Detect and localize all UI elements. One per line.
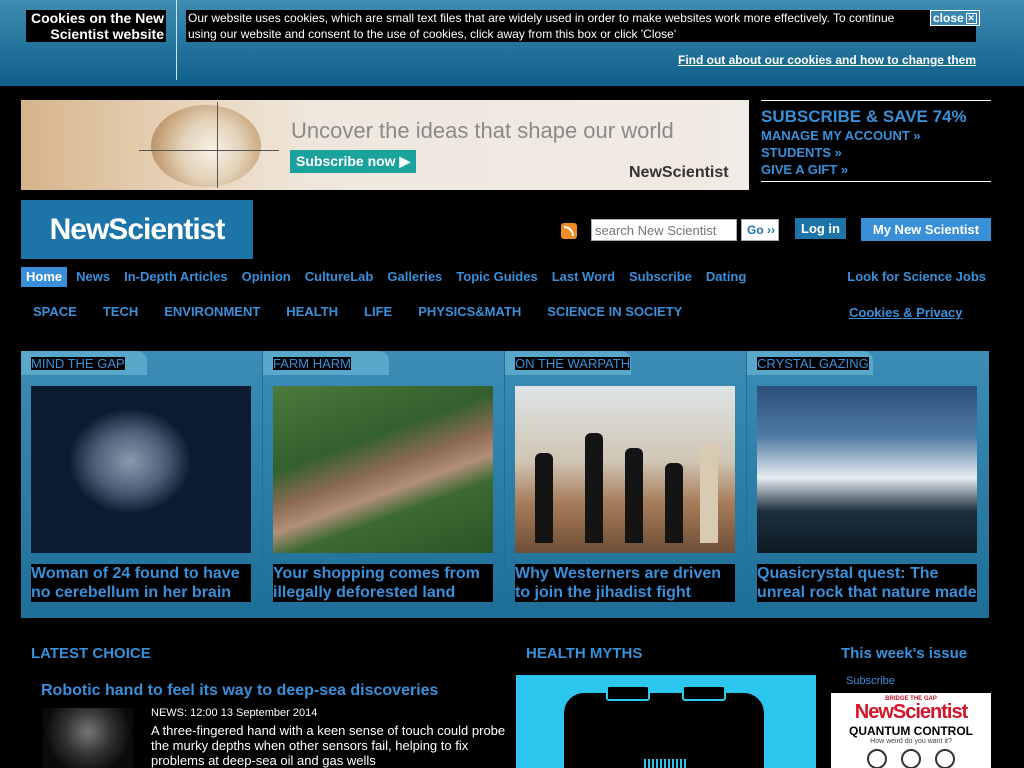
- health-myths-image[interactable]: [516, 675, 816, 768]
- weekly-subscribe-link[interactable]: Subscribe: [846, 675, 895, 687]
- figure-silhouette: [700, 443, 718, 543]
- militants-image[interactable]: [515, 386, 735, 553]
- science-jobs-link[interactable]: Look for Science Jobs: [847, 269, 986, 284]
- section-physics-math[interactable]: PHYSICS&MATH: [418, 304, 521, 319]
- latest-choice-heading: LATEST CHOICE: [31, 645, 151, 662]
- section-health[interactable]: HEALTH: [286, 304, 338, 319]
- brain-mri-image[interactable]: [31, 386, 251, 553]
- dial-icon: [867, 749, 887, 768]
- cover-logo: NewScientist: [854, 701, 968, 723]
- axis-line-vertical: [217, 102, 218, 188]
- search-go-button[interactable]: Go ››: [741, 219, 779, 241]
- robot-grille: [644, 759, 688, 768]
- nav-subscribe[interactable]: Subscribe: [622, 267, 699, 287]
- story-meta: NEWS: 12:00 13 September 2014: [151, 707, 318, 719]
- dial-icon: [901, 749, 921, 768]
- deforested-land-image[interactable]: [273, 386, 493, 553]
- section-science-in-society[interactable]: SCIENCE IN SOCIETY: [547, 304, 682, 319]
- subscribe-box: SUBSCRIBE & SAVE 74% MANAGE MY ACCOUNT »…: [761, 100, 991, 182]
- section-nav: SPACE TECH ENVIRONMENT HEALTH LIFE PHYSI…: [33, 304, 708, 319]
- cookie-title: Cookies on the New Scientist website: [26, 10, 166, 42]
- subscribe-headline[interactable]: SUBSCRIBE & SAVE 74%: [761, 107, 991, 127]
- cover-dials: [831, 749, 991, 768]
- latest-story-title[interactable]: Robotic hand to feel its way to deep-sea…: [41, 682, 438, 700]
- featured-card[interactable]: FARM HARM Your shopping comes from illeg…: [263, 351, 506, 618]
- manage-account-link[interactable]: MANAGE MY ACCOUNT »: [761, 127, 991, 144]
- card-kicker[interactable]: CRYSTAL GAZING: [757, 357, 869, 370]
- card-headline[interactable]: Your shopping comes from illegally defor…: [273, 564, 493, 602]
- my-new-scientist-button[interactable]: My New Scientist: [861, 218, 991, 241]
- banner-logo: NewScientist: [629, 164, 729, 181]
- cookie-banner: Cookies on the New Scientist website Our…: [0, 0, 1024, 86]
- card-kicker[interactable]: MIND THE GAP: [31, 357, 125, 370]
- axis-line-horizontal: [139, 150, 279, 151]
- figure-silhouette: [665, 463, 683, 543]
- card-kicker[interactable]: FARM HARM: [273, 357, 351, 370]
- cookie-info-link[interactable]: Find out about our cookies and how to ch…: [678, 53, 976, 67]
- nav-opinion[interactable]: Opinion: [235, 267, 298, 287]
- rss-icon[interactable]: [561, 223, 577, 239]
- figure-silhouette: [535, 453, 553, 543]
- figure-silhouette: [585, 433, 603, 543]
- figure-silhouette: [625, 448, 643, 543]
- section-tech[interactable]: TECH: [103, 304, 138, 319]
- search-input[interactable]: [591, 219, 737, 241]
- nav-news[interactable]: News: [69, 267, 117, 287]
- nav-dating[interactable]: Dating: [699, 267, 753, 287]
- card-headline[interactable]: Woman of 24 found to have no cerebellum …: [31, 564, 251, 602]
- cover-headline: QUANTUM CONTROL: [849, 724, 973, 738]
- site-logo[interactable]: NewScientist: [21, 200, 253, 259]
- nav-galleries[interactable]: Galleries: [380, 267, 449, 287]
- login-button[interactable]: Log in: [795, 218, 846, 239]
- cookie-close-button[interactable]: close ✕: [930, 10, 980, 26]
- featured-stories: MIND THE GAP Woman of 24 found to have n…: [21, 351, 989, 618]
- students-link[interactable]: STUDENTS »: [761, 144, 991, 161]
- nav-topic-guides[interactable]: Topic Guides: [449, 267, 544, 287]
- nav-last-word[interactable]: Last Word: [545, 267, 622, 287]
- robotic-hand-image[interactable]: [43, 708, 133, 768]
- quasicrystal-image[interactable]: [757, 386, 977, 553]
- featured-card[interactable]: MIND THE GAP Woman of 24 found to have n…: [21, 351, 264, 618]
- card-kicker[interactable]: ON THE WARPATH: [515, 357, 631, 370]
- dial-icon: [935, 749, 955, 768]
- subscribe-banner-ad[interactable]: Uncover the ideas that shape our world S…: [21, 100, 749, 190]
- give-gift-link[interactable]: GIVE A GIFT »: [761, 161, 991, 178]
- robot-eye-left: [606, 685, 650, 701]
- health-myths-heading: HEALTH MYTHS: [526, 645, 643, 662]
- robot-silhouette: [564, 693, 764, 768]
- card-headline[interactable]: Quasicrystal quest: The unreal rock that…: [757, 564, 977, 602]
- primary-nav: Home News In-Depth Articles Opinion Cult…: [21, 267, 753, 287]
- featured-card[interactable]: CRYSTAL GAZING Quasicrystal quest: The u…: [747, 351, 989, 618]
- weekly-issue-heading[interactable]: This week's issue: [841, 645, 967, 662]
- nav-home[interactable]: Home: [21, 267, 68, 287]
- nav-culturelab[interactable]: CultureLab: [298, 267, 381, 287]
- section-environment[interactable]: ENVIRONMENT: [164, 304, 260, 319]
- nav-in-depth[interactable]: In-Depth Articles: [117, 267, 235, 287]
- section-space[interactable]: SPACE: [33, 304, 77, 319]
- cover-subheadline: How weird do you want it?: [870, 738, 952, 745]
- featured-card[interactable]: ON THE WARPATH Why Westerners are driven…: [505, 351, 748, 618]
- card-headline[interactable]: Why Westerners are driven to join the ji…: [515, 564, 735, 602]
- banner-subscribe-button[interactable]: Subscribe now ▶: [290, 150, 417, 173]
- cookie-text: Our website uses cookies, which are smal…: [186, 10, 976, 42]
- story-description: A three-fingered hand with a keen sense …: [151, 723, 506, 768]
- close-x-icon: ✕: [965, 13, 977, 25]
- robot-eye-right: [682, 685, 726, 701]
- banner-tagline: Uncover the ideas that shape our world: [291, 118, 674, 143]
- section-life[interactable]: LIFE: [364, 304, 392, 319]
- nautilus-shell-image: [151, 105, 261, 187]
- magazine-cover-image[interactable]: BRIDGE THE GAP NewScientist QUANTUM CONT…: [831, 693, 991, 768]
- cookie-separator: [176, 0, 177, 80]
- cookie-close-label: close: [933, 11, 964, 25]
- cookies-privacy-link[interactable]: Cookies & Privacy: [849, 305, 962, 320]
